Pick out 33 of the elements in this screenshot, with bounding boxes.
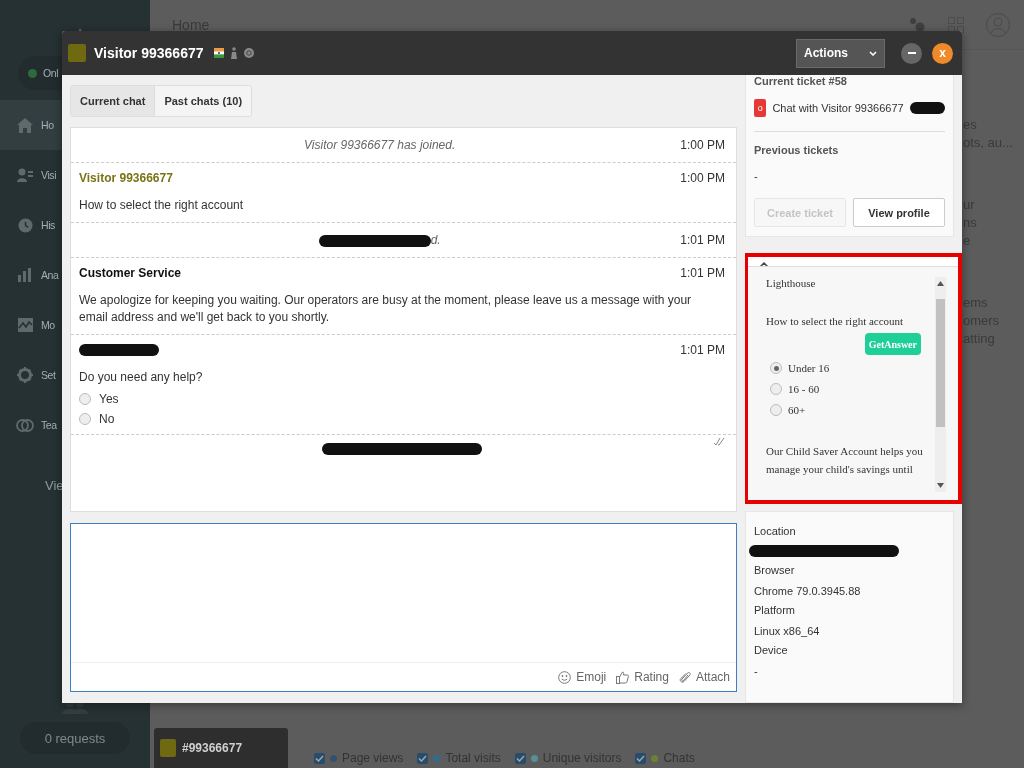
message-author: Customer Service — [79, 266, 182, 280]
answer-text: Our Child Saver Account helps you manage your child's savings until — [766, 444, 924, 477]
message-author: Visitor 99366677 — [79, 171, 173, 185]
message-time: 1:00 PM — [680, 138, 725, 152]
status-label: Onl — [43, 67, 59, 79]
option-label: No — [99, 412, 115, 426]
section-title: Previous tickets — [754, 144, 840, 156]
message-text: We apologize for keeping you waiting. Our operators are busy at the moment, please leave us a message with your email address and we'll get back to you shortly. — [79, 292, 693, 326]
message-text: How to select the right account — [79, 197, 245, 214]
message-time: 1:00 PM — [680, 171, 725, 185]
section-title: Current ticket #58 — [754, 75, 848, 87]
detail-label: Browser — [754, 564, 796, 577]
question-text: How to select the right account — [766, 315, 905, 327]
status-badge: o — [754, 99, 767, 117]
detail-value: Linux x86_64 — [754, 625, 821, 638]
widget-title: Lighthouse — [766, 277, 817, 289]
detail-label: Platform — [754, 604, 796, 617]
message-time: 1:01 PM — [680, 266, 725, 280]
detail-label: Device — [754, 644, 789, 657]
empty-value: - — [754, 170, 759, 182]
message-time: 1:01 PM — [680, 233, 725, 247]
message-time: 1:01 PM — [680, 343, 725, 357]
option-label: 60+ — [788, 404, 806, 416]
option-label: Yes — [99, 392, 119, 406]
detail-value: - — [754, 665, 759, 678]
detail-label: Location — [754, 525, 797, 537]
detail-value: Chrome 79.0.3945.88 — [754, 585, 862, 598]
option-label: Under 16 — [788, 362, 830, 374]
system-message: d. — [79, 233, 681, 247]
system-message: Visitor 99366677 has joined. — [303, 138, 457, 152]
option-label: 16 - 60 — [788, 383, 820, 395]
window-title: Visitor 99366677 — [94, 45, 204, 61]
message-text: Do you need any help? — [79, 369, 204, 386]
